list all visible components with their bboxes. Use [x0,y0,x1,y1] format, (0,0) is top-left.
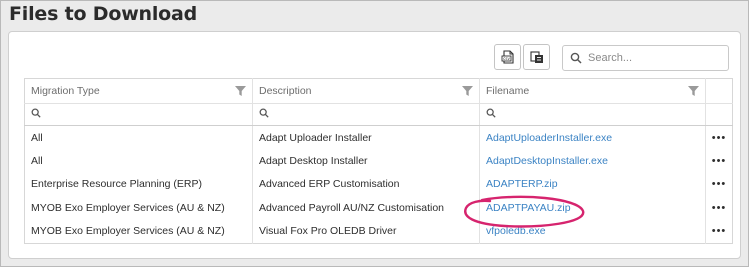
row-actions-button[interactable]: ••• [706,220,733,244]
column-header-description[interactable]: Description [252,78,480,104]
export-button[interactable]: csv [494,44,521,70]
cell-migration-type: MYOB Exo Employer Services (AU & NZ) [24,219,253,243]
table-row: Enterprise Resource Planning (ERP) Advan… [24,172,733,197]
row-actions-button[interactable]: ••• [706,173,733,197]
table-row: All Adapt Desktop Installer AdaptDesktop… [24,149,733,173]
table-row: All Adapt Uploader Installer AdaptUpload… [24,125,733,150]
cell-migration-type: All [24,149,253,173]
file-download-link[interactable]: AdaptDesktopInstaller.exe [486,155,608,167]
cell-description: Visual Fox Pro OLEDB Driver [252,219,480,243]
search-box[interactable] [562,45,729,71]
column-header-migration-type[interactable]: Migration Type [24,78,253,104]
export-csv-icon: csv [501,50,514,64]
filter-cell-migration-type[interactable] [24,103,253,126]
cell-description: Adapt Desktop Installer [252,149,480,173]
column-header-filename[interactable]: Filename [479,78,706,104]
column-chooser-button[interactable] [523,44,550,70]
column-chooser-icon [529,51,543,63]
cell-filename: ADAPTERP.zip [479,172,706,196]
row-actions-button[interactable]: ••• [706,149,733,173]
files-table: Migration Type Description Filename All … [24,78,733,244]
page-title: Files to Download [9,3,198,25]
filter-icon[interactable] [462,86,473,96]
search-icon [259,108,269,118]
header-row: Migration Type Description Filename [24,78,733,104]
table-row: MYOB Exo Employer Services (AU & NZ) Vis… [24,219,733,244]
filter-cell-filename[interactable] [479,103,706,126]
cell-migration-type: MYOB Exo Employer Services (AU & NZ) [24,196,253,220]
filter-cell-description[interactable] [252,103,480,126]
cell-filename: AdaptDesktopInstaller.exe [479,149,706,173]
filter-row [24,103,733,126]
table-row: MYOB Exo Employer Services (AU & NZ) Adv… [24,196,733,220]
cell-migration-type: All [24,125,253,149]
cell-filename: AdaptUploaderInstaller.exe [479,125,706,149]
file-download-link[interactable]: AdaptUploaderInstaller.exe [486,132,612,144]
svg-text:csv: csv [503,56,510,61]
cell-description: Adapt Uploader Installer [252,125,480,149]
column-label: Migration Type [31,85,100,97]
row-actions-button[interactable]: ••• [706,126,733,150]
filter-icon[interactable] [235,86,246,96]
file-download-link[interactable]: ADAPTERP.zip [486,178,558,190]
cell-description: Advanced Payroll AU/NZ Customisation [252,196,480,220]
files-panel: csv Migration Type [8,31,741,259]
cell-description: Advanced ERP Customisation [252,172,480,196]
search-icon [570,52,582,64]
column-label: Filename [486,85,530,97]
cell-migration-type: Enterprise Resource Planning (ERP) [24,172,253,196]
highlight-ellipse-annotation [464,195,585,228]
filter-icon[interactable] [688,86,699,96]
search-icon [486,108,496,118]
filter-cell-actions [705,103,733,126]
search-input[interactable] [588,52,723,64]
row-actions-button[interactable]: ••• [706,196,733,220]
column-header-actions [705,78,733,104]
column-label: Description [259,85,312,97]
search-icon [31,108,41,118]
